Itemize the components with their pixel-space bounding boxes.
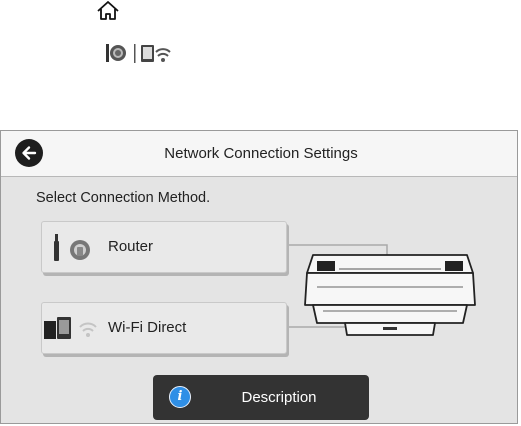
router-label: Router	[108, 238, 154, 255]
network-connection-panel: Network Connection Settings Select Conne…	[0, 130, 518, 424]
printer-illustration	[304, 254, 476, 336]
title-bar: Network Connection Settings	[1, 131, 517, 177]
description-button[interactable]: i Description	[153, 375, 369, 420]
wifi-direct-label: Wi-Fi Direct	[108, 319, 187, 336]
router-icon	[54, 234, 90, 261]
page-title: Network Connection Settings	[164, 145, 358, 162]
router-button[interactable]: Router	[41, 221, 287, 273]
wifi-direct-icon	[44, 317, 97, 339]
network-status	[104, 40, 194, 66]
wifi-direct-button[interactable]: Wi-Fi Direct	[41, 302, 287, 354]
home-icon[interactable]	[94, 0, 122, 22]
router-status-icon	[106, 44, 126, 62]
description-label: Description	[241, 389, 317, 406]
wifi-direct-status-icon	[141, 45, 171, 62]
instruction-text: Select Connection Method.	[36, 190, 211, 206]
